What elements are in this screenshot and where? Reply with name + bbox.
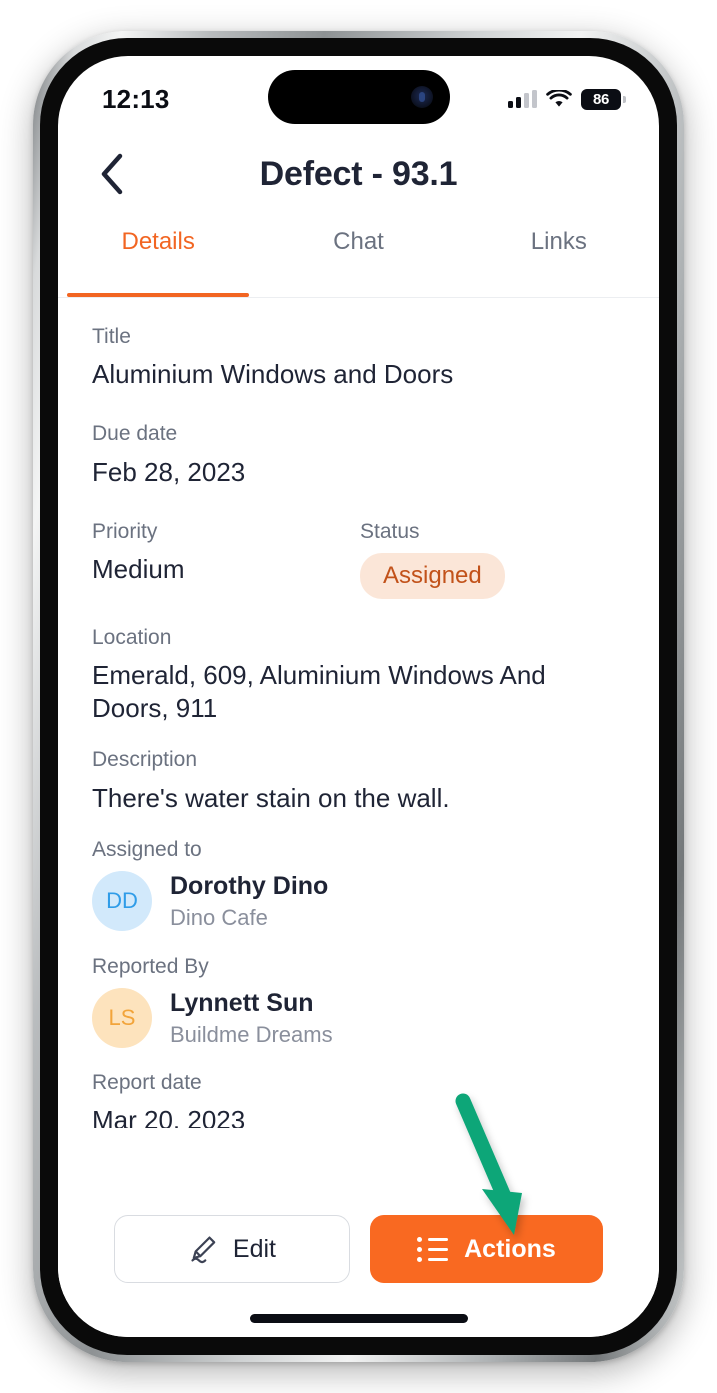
due-date-label: Due date xyxy=(92,422,178,446)
location-label: Location xyxy=(92,625,172,649)
field-description: Description There's water stain on the w… xyxy=(92,747,625,814)
details-panel[interactable]: Title Aluminium Windows and Doors Due da… xyxy=(58,298,659,1128)
back-button[interactable] xyxy=(88,150,136,198)
avatar: LS xyxy=(92,987,152,1048)
field-priority: Priority Medium xyxy=(92,519,360,599)
battery-icon: 86 xyxy=(581,88,626,110)
field-assigned-to: Assigned to DD Dorothy Dino Dino Cafe xyxy=(92,837,625,932)
tab-links[interactable]: Links xyxy=(459,220,659,297)
field-location: Location Emerald, 609, Aluminium Windows… xyxy=(92,625,625,726)
phone-screen: 12:13 86 Defect - 93.1 Details Chat Link… xyxy=(58,56,659,1337)
navigation-bar: Defect - 93.1 xyxy=(58,128,659,220)
dynamic-island xyxy=(267,70,450,124)
phone-frame: 12:13 86 Defect - 93.1 Details Chat Link… xyxy=(33,31,684,1362)
edit-button[interactable]: Edit xyxy=(114,1215,350,1283)
list-bullet-icon xyxy=(417,1236,449,1262)
priority-status-row: Priority Medium Status Assigned xyxy=(92,519,625,599)
description-value: There's water stain on the wall. xyxy=(92,782,450,813)
phone-bezel: 12:13 86 Defect - 93.1 Details Chat Link… xyxy=(40,38,677,1355)
reported-by-person[interactable]: LS Lynnett Sun Buildme Dreams xyxy=(92,987,625,1049)
front-camera-icon xyxy=(410,86,433,108)
home-indicator[interactable] xyxy=(249,1314,468,1323)
actions-button[interactable]: Actions xyxy=(369,1215,603,1283)
tab-bar: Details Chat Links xyxy=(58,220,659,298)
title-value: Aluminium Windows and Doors xyxy=(92,359,454,390)
status-bar-time: 12:13 xyxy=(102,83,170,114)
reported-by-label: Reported By xyxy=(92,954,209,978)
reported-by-org: Buildme Dreams xyxy=(170,1021,333,1047)
report-date-value: Mar 20, 2023 xyxy=(92,1105,246,1128)
screenshot-stage: 12:13 86 Defect - 93.1 Details Chat Link… xyxy=(0,0,717,1393)
tab-details[interactable]: Details xyxy=(58,220,258,297)
location-value: Emerald, 609, Aluminium Windows And Door… xyxy=(92,659,546,724)
status-bar: 12:13 86 xyxy=(58,56,659,128)
field-reported-by: Reported By LS Lynnett Sun Buildme Dream… xyxy=(92,954,625,1049)
status-bar-indicators: 86 xyxy=(508,75,626,110)
description-label: Description xyxy=(92,748,198,772)
page-title: Defect - 93.1 xyxy=(259,154,458,193)
title-label: Title xyxy=(92,325,131,348)
assigned-to-org: Dino Cafe xyxy=(170,905,268,931)
tab-chat[interactable]: Chat xyxy=(258,220,458,297)
field-status: Status Assigned xyxy=(360,519,625,599)
priority-label: Priority xyxy=(92,519,158,543)
edit-button-label: Edit xyxy=(232,1234,277,1263)
assigned-to-name: Dorothy Dino xyxy=(170,872,329,901)
avatar: DD xyxy=(92,871,152,932)
actions-button-label: Actions xyxy=(464,1234,556,1263)
assigned-to-label: Assigned to xyxy=(92,837,202,861)
reported-by-name: Lynnett Sun xyxy=(170,988,314,1017)
status-badge: Assigned xyxy=(360,553,505,599)
battery-percent: 86 xyxy=(592,90,610,108)
pencil-edit-icon xyxy=(191,1236,216,1264)
status-label: Status xyxy=(360,519,420,543)
assigned-to-text: Dorothy Dino Dino Cafe xyxy=(170,871,328,932)
bottom-action-bar: Edit Actions xyxy=(58,1205,659,1337)
assigned-to-person[interactable]: DD Dorothy Dino Dino Cafe xyxy=(92,871,625,932)
cellular-signal-icon xyxy=(508,90,537,108)
field-due-date: Due date Feb 28, 2023 xyxy=(92,421,625,488)
chevron-left-icon xyxy=(101,153,123,195)
due-date-value: Feb 28, 2023 xyxy=(92,456,246,487)
wifi-icon xyxy=(546,89,572,107)
reported-by-text: Lynnett Sun Buildme Dreams xyxy=(170,988,333,1049)
priority-value: Medium xyxy=(92,554,185,585)
report-date-label: Report date xyxy=(92,1071,202,1095)
field-title: Title Aluminium Windows and Doors xyxy=(92,324,625,391)
field-report-date: Report date Mar 20, 2023 xyxy=(92,1070,625,1128)
